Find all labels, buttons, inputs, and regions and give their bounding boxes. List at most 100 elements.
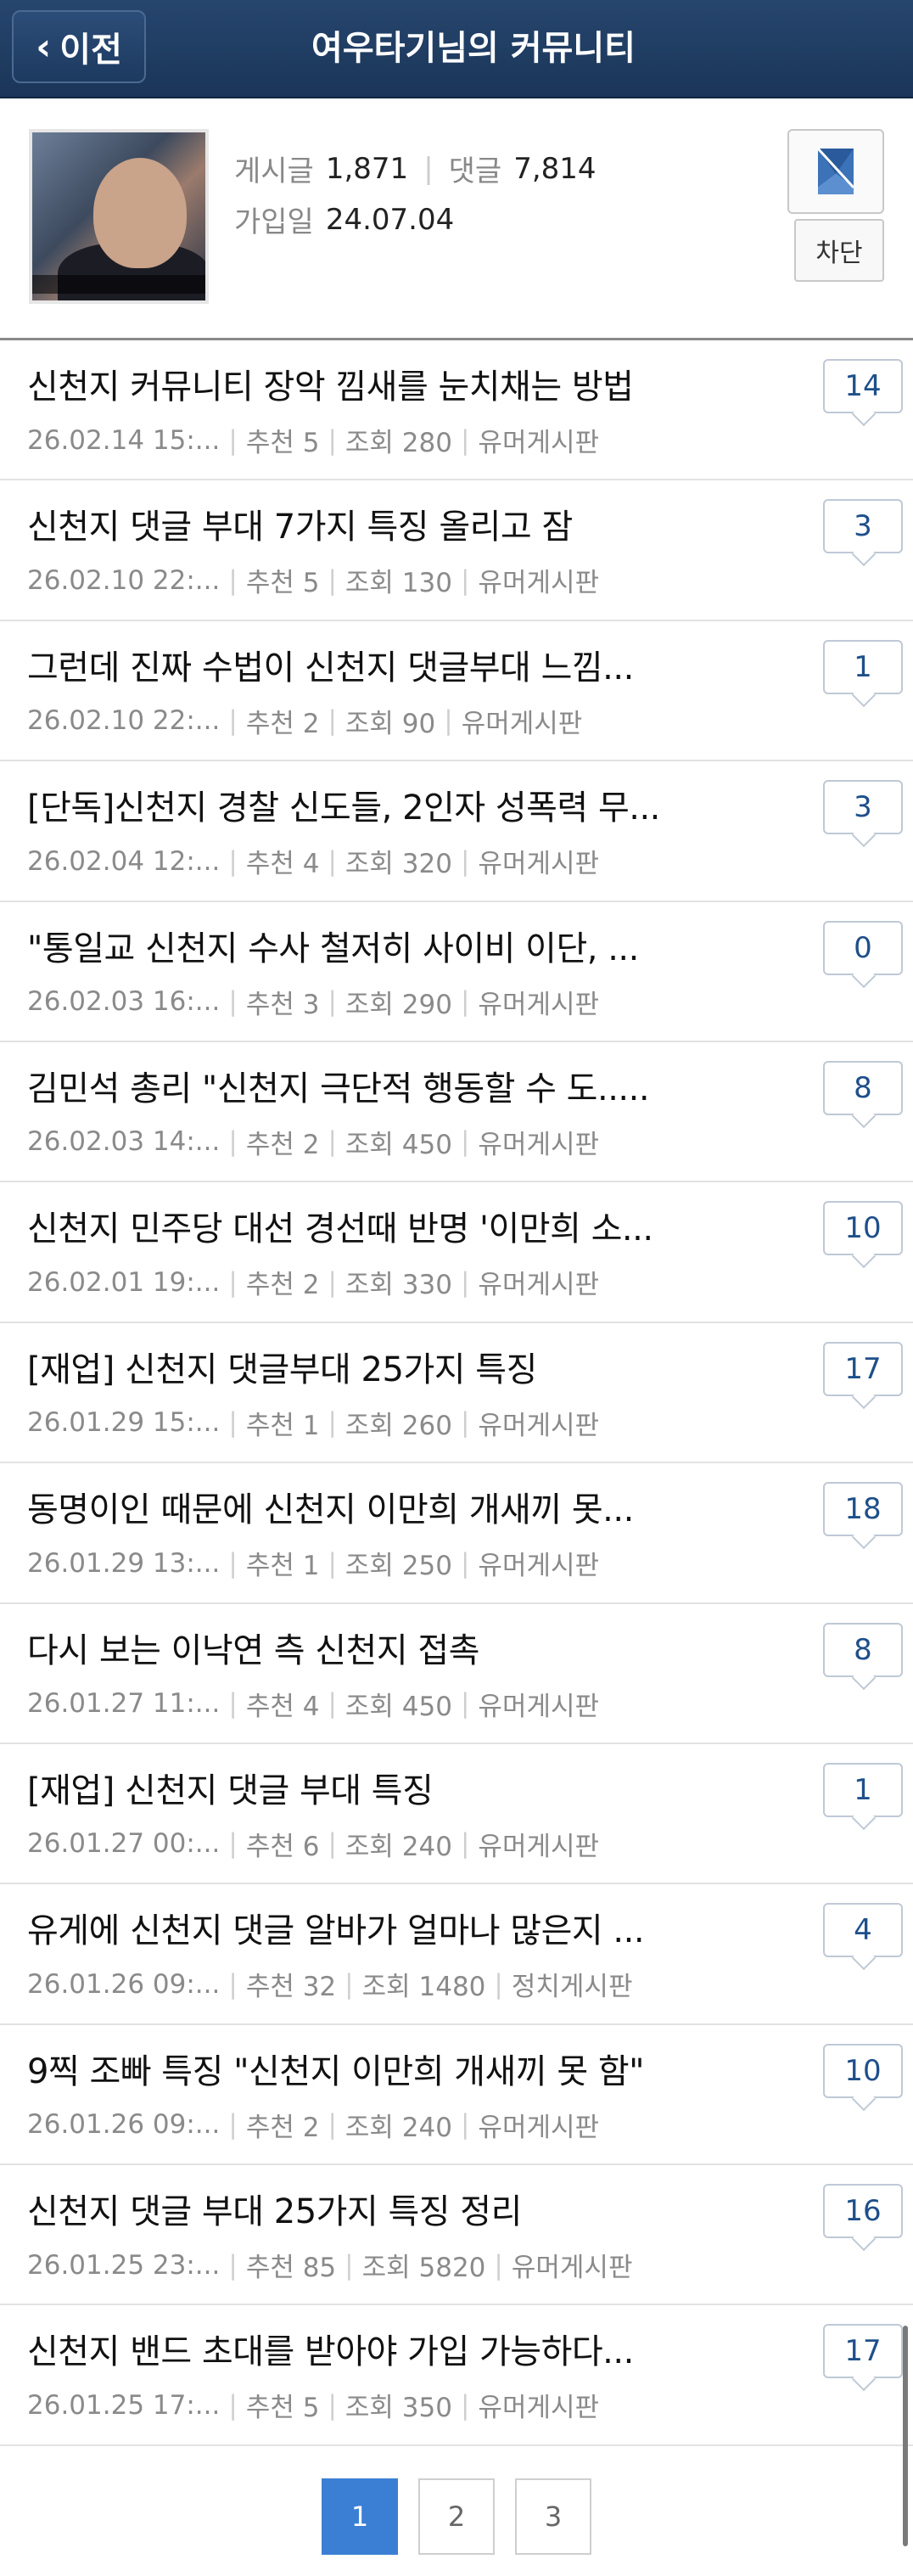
comment-count-badge[interactable]: 17 — [823, 1341, 903, 1396]
comment-count-badge[interactable]: 10 — [823, 2043, 903, 2098]
post-likes: 추천 2 — [245, 2112, 320, 2143]
post-title[interactable]: 다시 보는 이낙연 측 신천지 접촉 — [27, 1623, 723, 1672]
post-likes: 추천 4 — [245, 1691, 320, 1722]
page-button-1[interactable]: 1 — [322, 2478, 398, 2555]
meta-divider: | — [328, 564, 337, 596]
comment-count-badge[interactable]: 18 — [823, 1482, 903, 1537]
post-title[interactable]: [재업] 신천지 댓글 부대 특징 — [27, 1763, 723, 1812]
post-meta: 26.02.04 12:... | 추천 4 | 조회 320 | 유머게시판 — [27, 842, 599, 880]
post-meta: 26.01.27 11:... | 추천 4 | 조회 450 | 유머게시판 — [27, 1685, 599, 1723]
post-date: 26.02.01 19:... — [27, 1266, 221, 1298]
meta-divider: | — [328, 424, 337, 456]
post-item[interactable]: 그런데 진짜 수법이 신천지 댓글부대 느낌... 26.02.10 22:..… — [0, 621, 913, 762]
post-meta: 26.02.03 16:... | 추천 3 | 조회 290 | 유머게시판 — [27, 983, 599, 1021]
post-likes: 추천 4 — [245, 849, 320, 880]
comment-count-badge[interactable]: 0 — [823, 920, 903, 975]
scrollbar[interactable] — [903, 2326, 908, 2546]
meta-divider: | — [494, 2249, 503, 2281]
post-board: 유머게시판 — [478, 1129, 600, 1160]
post-title[interactable]: 동명이인 때문에 신천지 이만희 개새끼 못... — [27, 1482, 723, 1531]
page-button-2[interactable]: 2 — [418, 2478, 495, 2555]
comment-count-badge[interactable]: 3 — [823, 780, 903, 835]
meta-divider: | — [328, 1126, 337, 1158]
posts-count: 1,871 — [325, 151, 409, 186]
post-title[interactable]: 신천지 커뮤니티 장악 낌새를 눈치채는 방법 — [27, 359, 723, 408]
meta-divider: | — [328, 986, 337, 1018]
post-date: 26.02.04 12:... — [27, 845, 221, 877]
post-item[interactable]: 다시 보는 이낙연 측 신천지 접촉 26.01.27 11:... | 추천 … — [0, 1604, 913, 1744]
post-meta: 26.01.26 09:... | 추천 2 | 조회 240 | 유머게시판 — [27, 2106, 599, 2144]
meta-divider: | — [228, 705, 238, 737]
post-item[interactable]: [재업] 신천지 댓글부대 25가지 특징 26.01.29 15:... | … — [0, 1323, 913, 1464]
comment-count-badge[interactable]: 3 — [823, 499, 903, 554]
post-title[interactable]: 9찍 조빠 특징 "신천지 이만희 개새끼 못 함" — [27, 2044, 723, 2093]
post-item[interactable]: 유게에 신천지 댓글 알바가 얼마나 많은지 ... 26.01.26 09:.… — [0, 1884, 913, 2025]
post-views: 조회 450 — [344, 1129, 452, 1160]
post-item[interactable]: 신천지 커뮤니티 장악 낌새를 눈치채는 방법 26.02.14 15:... … — [0, 340, 913, 481]
post-title[interactable]: [재업] 신천지 댓글부대 25가지 특징 — [27, 1342, 723, 1391]
post-title[interactable]: 신천지 댓글 부대 25가지 특징 정리 — [27, 2184, 723, 2233]
meta-divider: | — [444, 705, 453, 737]
post-title[interactable]: [단독]신천지 경찰 신도들, 2인자 성폭력 무... — [27, 780, 723, 829]
post-board: 유머게시판 — [478, 1551, 600, 1582]
post-likes: 추천 5 — [245, 568, 320, 599]
post-title[interactable]: 유게에 신천지 댓글 알바가 얼마나 많은지 ... — [27, 1903, 723, 1952]
post-views: 조회 250 — [344, 1551, 452, 1582]
post-meta: 26.01.25 17:... | 추천 5 | 조회 350 | 유머게시판 — [27, 2386, 599, 2424]
post-views: 조회 260 — [344, 1410, 452, 1441]
post-title[interactable]: 신천지 댓글 부대 7가지 특징 올리고 잠 — [27, 499, 723, 548]
post-item[interactable]: [재업] 신천지 댓글 부대 특징 26.01.27 00:... | 추천 6… — [0, 1744, 913, 1885]
profile-section: 게시글 1,871 | 댓글 7,814 가입일 24.07.04 차단 — [0, 98, 913, 340]
meta-divider: | — [460, 1407, 470, 1439]
post-title[interactable]: 신천지 민주당 대선 경선때 반명 '이만희 소... — [27, 1201, 723, 1250]
meta-divider: | — [328, 1688, 337, 1720]
post-title[interactable]: 김민석 총리 "신천지 극단적 행동할 수 도..... — [27, 1061, 723, 1110]
post-meta: 26.02.10 22:... | 추천 2 | 조회 90 | 유머게시판 — [27, 702, 582, 740]
meta-divider: | — [460, 564, 470, 596]
post-item[interactable]: 동명이인 때문에 신천지 이만희 개새끼 못... 26.01.29 13:..… — [0, 1463, 913, 1604]
post-title[interactable]: "통일교 신천지 수사 철저히 사이비 이단, ... — [27, 921, 723, 970]
post-item[interactable]: 김민석 총리 "신천지 극단적 행동할 수 도..... 26.02.03 14… — [0, 1042, 913, 1183]
stat-divider: | — [423, 151, 434, 186]
post-likes: 추천 2 — [245, 708, 320, 739]
post-item[interactable]: 신천지 민주당 대선 경선때 반명 '이만희 소... 26.02.01 19:… — [0, 1182, 913, 1323]
post-item[interactable]: 9찍 조빠 특징 "신천지 이만희 개새끼 못 함" 26.01.26 09:.… — [0, 2025, 913, 2166]
post-views: 조회 320 — [344, 849, 452, 880]
post-likes: 추천 1 — [245, 1551, 320, 1582]
meta-divider: | — [328, 1407, 337, 1439]
comment-count-badge[interactable]: 17 — [823, 2324, 903, 2379]
meta-divider: | — [460, 424, 470, 456]
post-item[interactable]: 신천지 댓글 부대 7가지 특징 올리고 잠 26.02.10 22:... |… — [0, 480, 913, 621]
post-board: 유머게시판 — [478, 1691, 600, 1722]
post-likes: 추천 5 — [245, 428, 320, 458]
post-item[interactable]: "통일교 신천지 수사 철저히 사이비 이단, ... 26.02.03 16:… — [0, 902, 913, 1042]
comment-count-badge[interactable]: 8 — [823, 1060, 903, 1115]
comment-count-badge[interactable]: 16 — [823, 2184, 903, 2239]
community-logo-button[interactable] — [787, 129, 884, 214]
page-title: 여우타기님의 커뮤니티 — [311, 29, 636, 68]
post-item[interactable]: [단독]신천지 경찰 신도들, 2인자 성폭력 무... 26.02.04 12… — [0, 761, 913, 902]
post-title[interactable]: 신천지 밴드 초대를 받아야 가입 가능하다... — [27, 2324, 723, 2373]
pagination: 123 — [0, 2478, 913, 2560]
comment-count-badge[interactable]: 14 — [823, 359, 903, 413]
meta-divider: | — [228, 2249, 238, 2281]
post-views: 조회 290 — [344, 989, 452, 1020]
comment-count-badge[interactable]: 4 — [823, 1903, 903, 1958]
post-date: 26.01.27 11:... — [27, 1688, 221, 1720]
post-item[interactable]: 신천지 밴드 초대를 받아야 가입 가능하다... 26.01.25 17:..… — [0, 2305, 913, 2446]
post-meta: 26.01.29 15:... | 추천 1 | 조회 260 | 유머게시판 — [27, 1404, 599, 1442]
post-views: 조회 450 — [344, 1691, 452, 1722]
meta-divider: | — [494, 1968, 503, 2000]
post-board: 유머게시판 — [478, 568, 600, 599]
post-title[interactable]: 그런데 진짜 수법이 신천지 댓글부대 느낌... — [27, 640, 723, 689]
comment-count-badge[interactable]: 8 — [823, 1622, 903, 1677]
post-likes: 추천 3 — [245, 989, 320, 1020]
profile-stats: 게시글 1,871 | 댓글 7,814 — [234, 148, 597, 189]
page-button-3[interactable]: 3 — [515, 2478, 591, 2555]
post-item[interactable]: 신천지 댓글 부대 25가지 특징 정리 26.01.25 23:... | 추… — [0, 2165, 913, 2306]
comment-count-badge[interactable]: 1 — [823, 1762, 903, 1817]
comment-count-badge[interactable]: 1 — [823, 639, 903, 694]
post-board: 유머게시판 — [478, 849, 600, 880]
block-button[interactable]: 차단 — [794, 219, 884, 282]
comment-count-badge[interactable]: 10 — [823, 1201, 903, 1256]
